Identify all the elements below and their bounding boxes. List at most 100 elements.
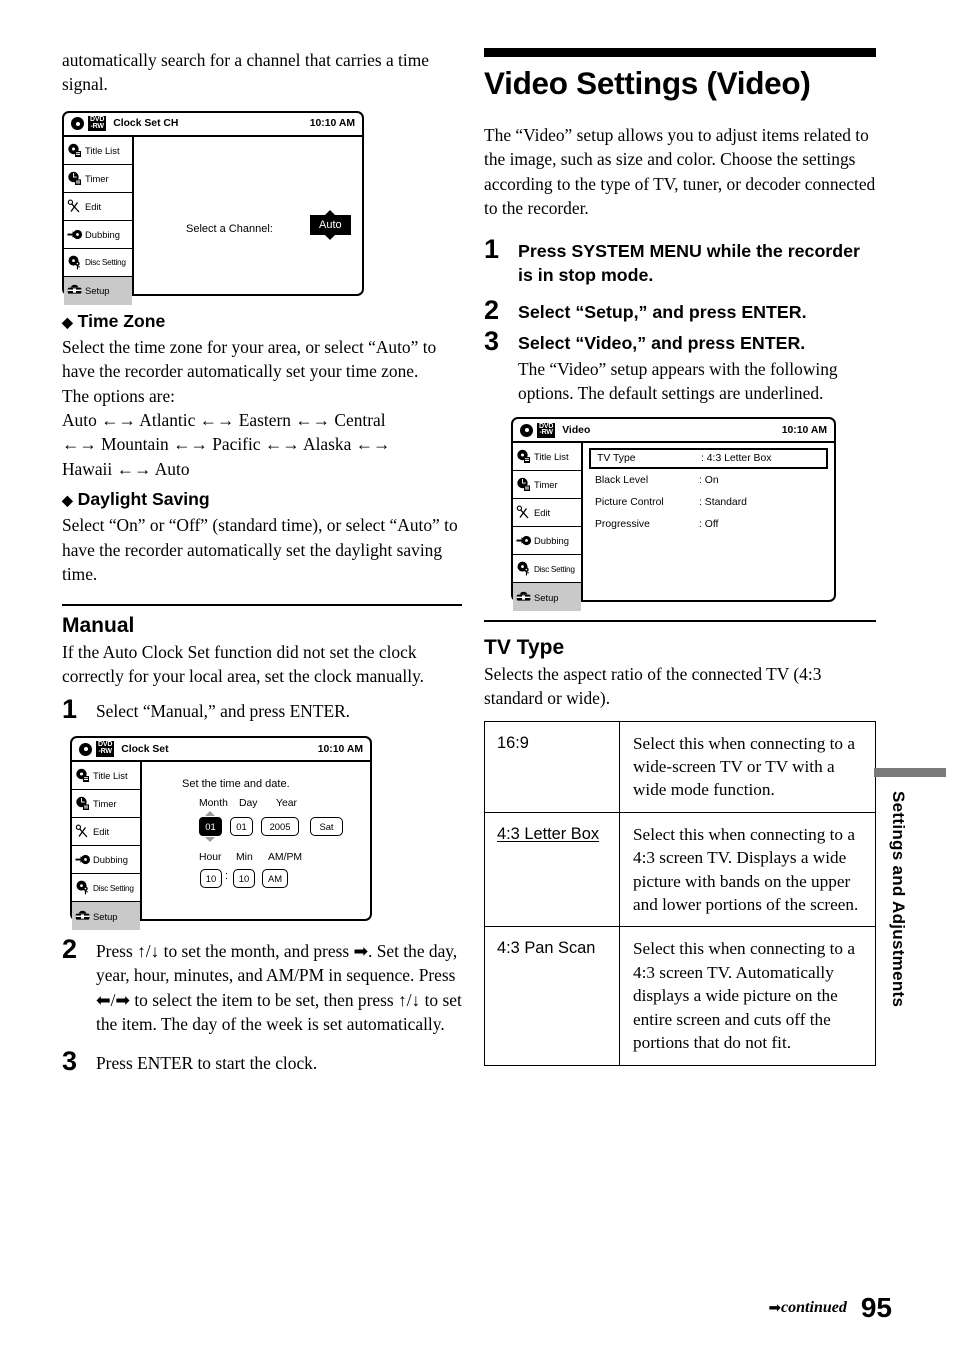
- table-row: 4:3 Pan Scan Select this when connecting…: [484, 926, 876, 1066]
- settings-row-progressive[interactable]: Progressive : Off: [589, 514, 828, 535]
- sidebar-item-label: Dubbing: [534, 535, 569, 547]
- sidebar-item-setup[interactable]: Setup: [64, 276, 132, 305]
- sidebar-item-edit[interactable]: Edit: [513, 499, 581, 528]
- page-number: 95: [860, 1292, 892, 1323]
- sidebar-item-timer[interactable]: Timer: [72, 790, 140, 819]
- sidebar-item-label: Edit: [85, 200, 102, 212]
- option-label: 4:3 Pan Scan: [497, 939, 596, 958]
- osd-title-text: Clock Set: [121, 743, 169, 755]
- clock-timer-icon: [517, 478, 530, 492]
- sidebar-item-timer[interactable]: Timer: [64, 165, 132, 193]
- side-tab-bar: [874, 768, 946, 777]
- sidebar-item-title-list[interactable]: Title List: [513, 443, 581, 472]
- diamond-bullet-icon: ◆: [62, 313, 73, 330]
- step-number: 2: [62, 934, 78, 965]
- arrow-disc-icon: [516, 536, 532, 546]
- sidebar-item-dubbing[interactable]: Dubbing: [513, 527, 581, 556]
- hour-field[interactable]: 10: [200, 869, 222, 889]
- sidebar-item-disc-setting[interactable]: Disc Setting: [64, 249, 132, 277]
- sidebar-item-disc-setting[interactable]: Disc Setting: [513, 555, 581, 584]
- clock-timer-icon: [68, 171, 81, 185]
- setting-value: : 4:3 Letter Box: [701, 453, 772, 465]
- sidebar-item-title-list[interactable]: Title List: [72, 762, 140, 791]
- option-description-cell: Select this when connecting to a 4:3 scr…: [619, 811, 876, 928]
- arrow-disc-icon: [75, 854, 91, 865]
- step-text: Select “Video,” and press ENTER.: [518, 332, 806, 353]
- osd-clock-text: 10:10 AM: [309, 118, 355, 130]
- sidebar-item-label: Title List: [534, 451, 569, 463]
- time-zone-section: ◆ Time Zone Select the time zone for you…: [62, 310, 462, 481]
- step-number: 1: [62, 693, 78, 724]
- osd-title-bar: DVD -RW Clock Set CH 10:10 AM: [64, 113, 362, 137]
- option-label: 4:3 Letter Box: [497, 824, 600, 843]
- min-field[interactable]: 10: [233, 869, 255, 889]
- settings-row-black-level[interactable]: Black Level : On: [589, 470, 828, 491]
- settings-row-tv-type[interactable]: TV Type : 4:3 Letter Box: [589, 448, 828, 470]
- sidebar-item-setup[interactable]: Setup: [513, 583, 581, 612]
- osd-title-bar: DVD -RW Video 10:10 AM: [513, 419, 834, 444]
- option-name-cell: 4:3 Pan Scan: [484, 926, 620, 1066]
- month-label: Month: [199, 798, 228, 810]
- left-column: automatically search for a channel that …: [62, 48, 462, 1075]
- manual-page: automatically search for a channel that …: [0, 0, 954, 1352]
- ampm-field[interactable]: AM: [262, 869, 288, 889]
- year-field[interactable]: 2005: [261, 817, 299, 837]
- sidebar-item-label: Edit: [534, 507, 551, 519]
- sidebar-item-dubbing[interactable]: Dubbing: [72, 846, 140, 875]
- video-step-1: 1 Press SYSTEM MENU while the recorder i…: [484, 233, 876, 287]
- step-number: 2: [484, 294, 500, 325]
- time-zone-text-2: The options are:: [62, 385, 176, 406]
- settings-row-picture-control[interactable]: Picture Control : Standard: [589, 492, 828, 513]
- ampm-label: AM/PM: [268, 852, 303, 864]
- osd-content-area: Select a Channel: Auto: [134, 137, 362, 296]
- osd-screen-clock-set-ch: DVD -RW Clock Set CH 10:10 AM Title List: [62, 110, 364, 305]
- disc-key-icon: [68, 255, 80, 270]
- year-label: Year: [276, 798, 297, 810]
- select-channel-label: Select a Channel:: [186, 222, 273, 235]
- video-step-2: 2 Select “Setup,” and press ENTER.: [484, 294, 876, 325]
- manual-text: If the Auto Clock Set function did not s…: [62, 641, 424, 687]
- osd-body: Title List Timer Edit Dubbing Disc Setti…: [72, 762, 370, 931]
- month-field[interactable]: 01: [199, 817, 222, 837]
- step-number: 1: [484, 233, 500, 264]
- daylight-saving-heading-text: Daylight Saving: [77, 489, 210, 510]
- clock-timer-icon: [76, 796, 89, 811]
- sidebar-item-dubbing[interactable]: Dubbing: [64, 221, 132, 249]
- arrow-disc-icon: [67, 229, 83, 239]
- option-description-cell: Select this when connecting to a wide-sc…: [619, 720, 876, 813]
- sidebar-item-timer[interactable]: Timer: [513, 471, 581, 500]
- option-name-cell: 4:3 Letter Box: [484, 811, 620, 928]
- sidebar-item-edit[interactable]: Edit: [72, 818, 140, 847]
- channel-value-field[interactable]: Auto: [310, 209, 351, 240]
- manual-step-2: 2 Press ↑/↓ to set the month, and press …: [62, 934, 462, 1037]
- weekday-field: Sat: [310, 817, 343, 837]
- option-name-cell: 16:9: [484, 720, 620, 813]
- time-zone-heading: ◆ Time Zone: [62, 310, 462, 334]
- sidebar-item-label: Disc Setting: [85, 257, 126, 268]
- setting-value: : On: [699, 475, 719, 487]
- section-divider: [62, 604, 462, 606]
- time-zone-text-1: Select the time zone for your area, or s…: [62, 336, 437, 382]
- toolbox-icon: [67, 285, 82, 294]
- sidebar-item-title-list[interactable]: Title List: [64, 137, 132, 165]
- osd-sidebar: Title List Timer Edit Dubbing Disc Setti…: [64, 136, 134, 305]
- osd-body: Title List Timer Edit Dubbing Disc Setti…: [64, 136, 362, 305]
- day-field[interactable]: 01: [230, 817, 253, 837]
- manual-step-1: 1 Select “Manual,” and press ENTER.: [62, 693, 462, 724]
- intro-continued-text: automatically search for a channel that …: [62, 50, 429, 95]
- sidebar-item-disc-setting[interactable]: Disc Setting: [72, 874, 140, 903]
- step-text: Press SYSTEM MENU while the recorder is …: [518, 240, 860, 285]
- disc-key-icon: [76, 880, 88, 895]
- sidebar-item-label: Title List: [93, 770, 128, 782]
- osd-clock-text: 10:10 AM: [781, 424, 827, 436]
- toolbox-icon: [516, 591, 531, 601]
- video-intro-text: The “Video” setup allows you to adjust i…: [484, 125, 876, 219]
- continued-label: continued: [781, 1299, 847, 1316]
- video-step-3: 3 Select “Video,” and press ENTER. The “…: [484, 327, 876, 406]
- osd-clock-text: 10:10 AM: [317, 743, 363, 755]
- side-tab-label: Settings and Adjustments: [889, 791, 908, 1008]
- sidebar-item-label: Timer: [93, 798, 117, 810]
- setting-key: TV Type: [597, 453, 636, 465]
- sidebar-item-edit[interactable]: Edit: [64, 193, 132, 221]
- sidebar-item-setup[interactable]: Setup: [72, 902, 140, 931]
